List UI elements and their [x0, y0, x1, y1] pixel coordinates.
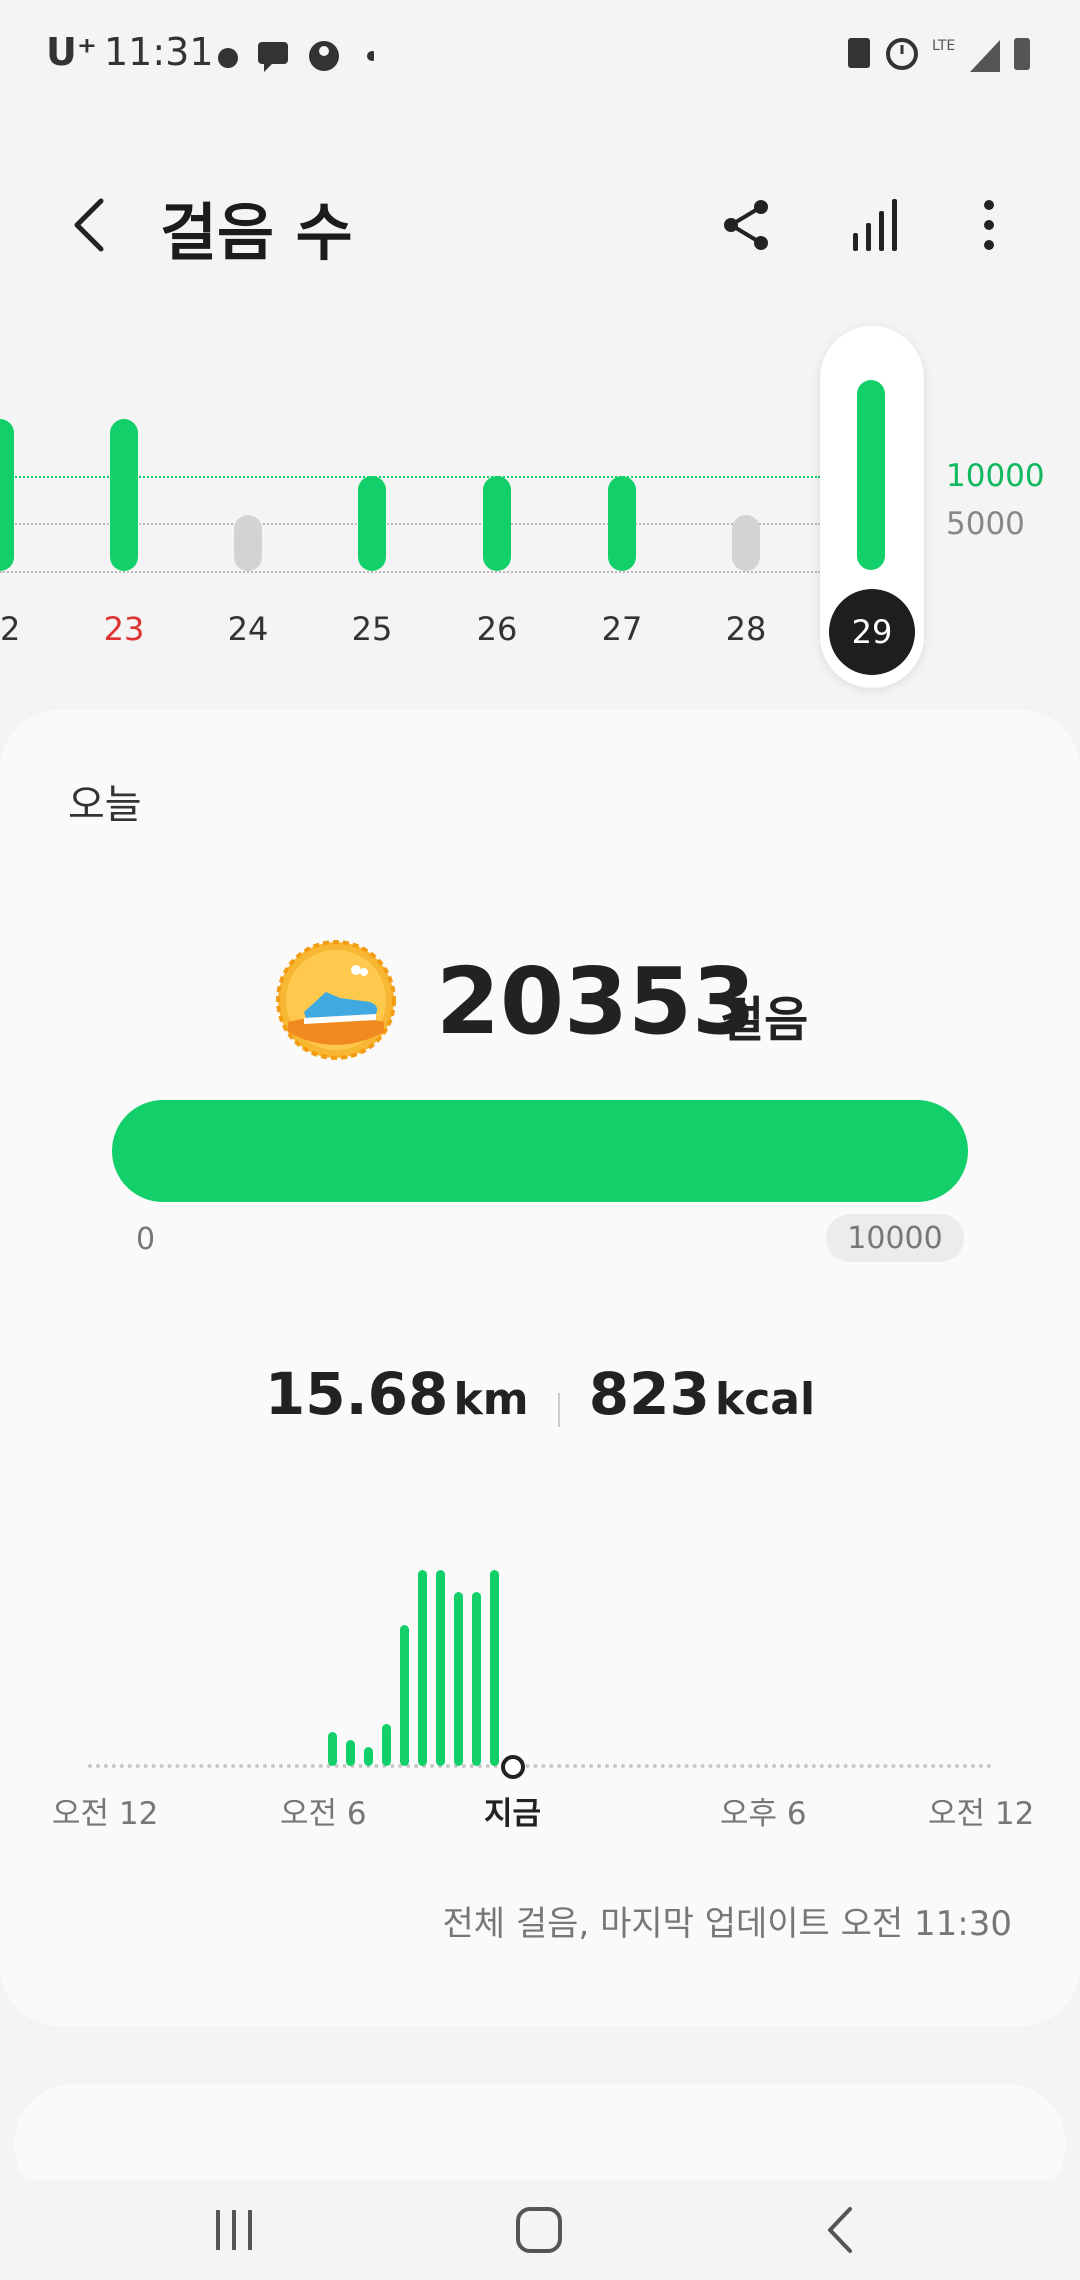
steps-unit: 걸음	[720, 992, 809, 1048]
more-vertical-icon	[984, 200, 994, 250]
hourly-bar	[436, 1570, 445, 1766]
goal-badge	[276, 940, 396, 1060]
day-label-27[interactable]: 27	[582, 610, 662, 648]
back-button[interactable]	[44, 180, 134, 270]
hourly-bar	[364, 1747, 373, 1766]
hourly-bar	[454, 1592, 463, 1766]
system-back-button[interactable]	[796, 2185, 886, 2275]
hourly-steps-chart	[88, 1568, 992, 1779]
distance-value: 15.68	[264, 1360, 449, 1428]
selected-day-label[interactable]: 29	[829, 589, 915, 675]
today-summary: 15.68 km 823 kcal	[0, 1360, 1080, 1428]
recent-apps-button[interactable]	[190, 2185, 280, 2275]
distance-unit: km	[453, 1374, 529, 1425]
notification-icons	[218, 41, 374, 72]
navigation-bar	[0, 2180, 1080, 2280]
last-updated-text: 전체 걸음, 마지막 업데이트 오전 11:30	[442, 1904, 1012, 1944]
back-arrow-icon	[828, 2207, 852, 2253]
now-marker	[501, 1755, 525, 1779]
goal-progress-bar	[112, 1100, 968, 1202]
more-options-button[interactable]	[944, 180, 1034, 270]
time-label-6am: 오전 6	[280, 1796, 367, 1832]
time-label-now: 지금	[484, 1796, 542, 1832]
day-bar-26[interactable]	[483, 476, 511, 571]
hourly-bar	[382, 1724, 391, 1766]
day-bar-25[interactable]	[358, 476, 386, 571]
share-icon	[724, 200, 768, 250]
trends-button[interactable]	[832, 180, 922, 270]
base-line	[0, 571, 820, 573]
progress-goal-label[interactable]: 10000	[826, 1214, 964, 1262]
today-label: 오늘	[68, 782, 142, 828]
status-time: 11:31	[104, 30, 214, 74]
today-step-count: 20353	[436, 948, 757, 1055]
goal-line-label: 10000	[946, 458, 1045, 494]
day-label-24[interactable]: 24	[208, 610, 288, 648]
hourly-bar	[400, 1625, 409, 1766]
calories-value: 823	[588, 1360, 710, 1428]
day-label-28[interactable]: 28	[706, 610, 786, 648]
lte-label: LTE	[932, 38, 955, 54]
summary-divider	[557, 1392, 560, 1427]
time-label-6pm: 오후 6	[720, 1796, 807, 1832]
status-bar: U⁺ 11:31 LTE	[0, 0, 1080, 110]
hourly-bar	[490, 1570, 499, 1766]
hourly-bar	[472, 1592, 481, 1766]
day-label-26[interactable]: 26	[457, 610, 537, 648]
share-button[interactable]	[702, 180, 792, 270]
shoe-badge-icon	[276, 940, 396, 1060]
day-label-25[interactable]: 25	[332, 610, 412, 648]
recent-apps-icon	[216, 2210, 252, 2250]
day-bar-28[interactable]	[732, 515, 760, 571]
system-status-icons: LTE	[848, 38, 1030, 72]
mid-line-label: 5000	[946, 506, 1025, 542]
time-label-midnight-end: 오전 12	[928, 1796, 1035, 1832]
time-label-midnight: 오전 12	[52, 1796, 159, 1832]
home-button[interactable]	[494, 2185, 584, 2275]
day-bar-24[interactable]	[234, 515, 262, 571]
day-bar-23[interactable]	[110, 419, 138, 571]
day-bar-27[interactable]	[608, 476, 636, 571]
hourly-bar	[418, 1570, 427, 1766]
progress-min-label: 0	[136, 1222, 156, 1257]
calories-unit: kcal	[714, 1374, 816, 1425]
day-label-22[interactable]: 22	[0, 610, 40, 648]
carrier-label: U⁺	[46, 30, 97, 74]
page-title: 걸음 수	[160, 196, 353, 269]
home-icon	[516, 2207, 562, 2253]
day-bar-22[interactable]	[0, 419, 14, 571]
day-label-23[interactable]: 23	[84, 610, 164, 648]
chevron-left-icon	[74, 198, 104, 252]
bar-chart-icon	[853, 199, 897, 251]
day-bar-29[interactable]	[857, 380, 885, 570]
hourly-bar	[346, 1740, 355, 1766]
hourly-bar	[328, 1732, 337, 1766]
